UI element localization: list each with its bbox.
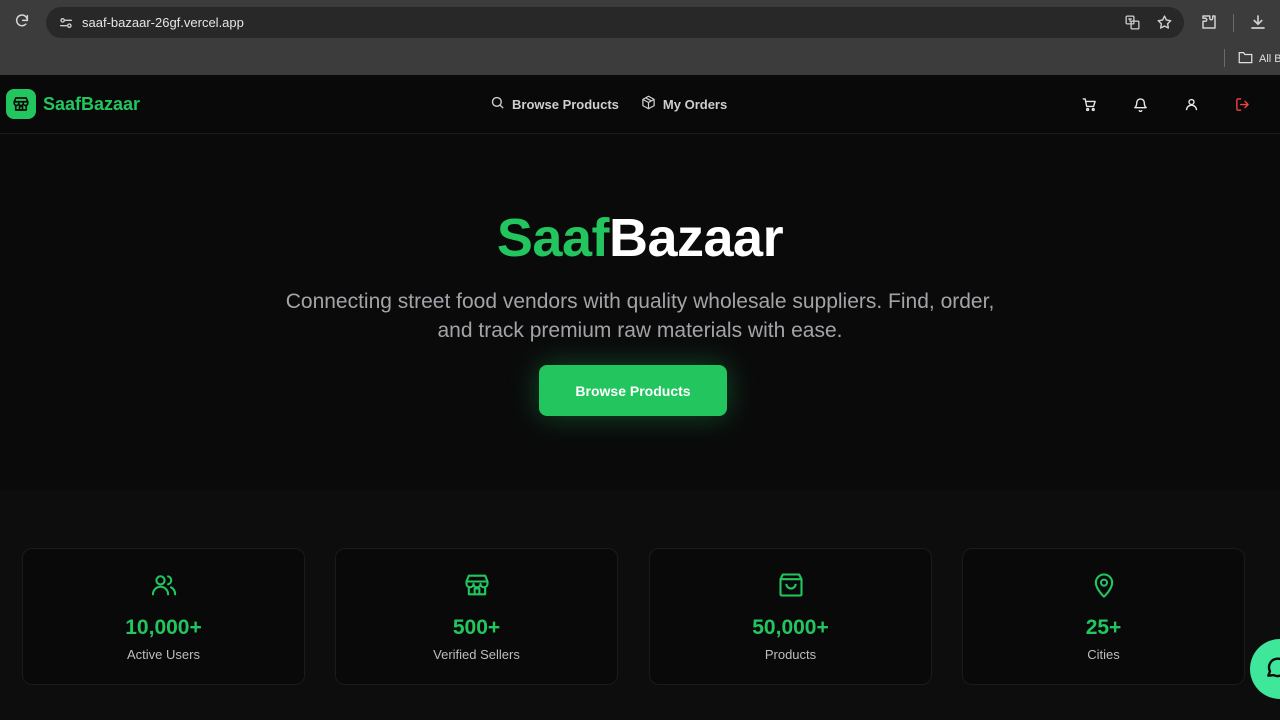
store-logo-icon [6, 89, 36, 119]
stats-section: 10,000+ Active Users 500+ Verified Selle… [0, 490, 1280, 720]
bookmarks-bar: All B [0, 42, 1280, 75]
reload-icon[interactable] [0, 0, 44, 42]
stat-label: Products [764, 647, 817, 662]
nav-my-orders[interactable]: My Orders [641, 95, 727, 113]
stat-label: Active Users [127, 647, 200, 662]
nav-browse-products-label: Browse Products [512, 96, 619, 112]
hero-title: SaafBazaar [0, 207, 1280, 269]
brand-name: SaafBazaar [43, 93, 141, 114]
nav-browse-products[interactable]: Browse Products [490, 95, 619, 113]
user-icon[interactable] [1181, 94, 1201, 114]
browser-chrome: saaf-bazaar-26gf.vercel.app All B [0, 0, 1280, 75]
toolbar-separator [1233, 14, 1234, 32]
folder-icon [1238, 50, 1253, 67]
browse-products-button[interactable]: Browse Products [539, 365, 727, 416]
stat-value: 25+ [1085, 616, 1122, 639]
package-icon [641, 95, 656, 113]
stat-card-sellers: 500+ Verified Sellers [335, 548, 618, 685]
map-pin-icon [963, 571, 1244, 601]
hero-title-bazaar: Bazaar [608, 208, 784, 268]
users-icon [23, 571, 304, 601]
hero-subtitle: Connecting street food vendors with qual… [285, 290, 995, 342]
brand-logo[interactable]: SaafBazaar [6, 89, 140, 119]
stat-value: 50,000+ [752, 616, 829, 639]
bookmark-star-icon[interactable] [1154, 12, 1174, 32]
search-icon [490, 95, 505, 113]
header-actions [1079, 94, 1252, 114]
translate-icon[interactable] [1122, 12, 1142, 32]
extensions-icon[interactable] [1198, 11, 1220, 33]
hero-title-saaf: Saaf [496, 208, 610, 268]
stat-card-products: 50,000+ Products [649, 548, 932, 685]
store-icon [336, 571, 617, 601]
download-icon[interactable] [1247, 11, 1269, 33]
url-text[interactable]: saaf-bazaar-26gf.vercel.app [82, 15, 244, 30]
site-info-icon[interactable] [50, 15, 82, 31]
all-bookmarks-label: All B [1259, 52, 1280, 65]
stat-card-users: 10,000+ Active Users [22, 548, 305, 685]
stat-label: Verified Sellers [433, 647, 520, 662]
chat-icon [1264, 654, 1280, 685]
app-header: SaafBazaar Browse Products My Orders [0, 75, 1280, 134]
logout-icon[interactable] [1232, 94, 1252, 114]
stat-value: 10,000+ [125, 616, 202, 639]
shopping-bag-icon [650, 571, 931, 601]
cart-icon[interactable] [1079, 94, 1099, 114]
nav-my-orders-label: My Orders [662, 96, 728, 112]
bell-icon[interactable] [1130, 94, 1150, 114]
all-bookmarks-button[interactable]: All B [1238, 50, 1280, 67]
stat-label: Cities [1087, 647, 1120, 662]
hero-section: SaafBazaar Connecting street food vendor… [0, 135, 1280, 490]
bookmarks-separator [1224, 49, 1225, 67]
stat-card-cities: 25+ Cities [962, 548, 1245, 685]
address-bar[interactable]: saaf-bazaar-26gf.vercel.app [46, 7, 1184, 38]
main-nav: Browse Products My Orders [490, 95, 727, 113]
stat-value: 500+ [452, 616, 501, 639]
